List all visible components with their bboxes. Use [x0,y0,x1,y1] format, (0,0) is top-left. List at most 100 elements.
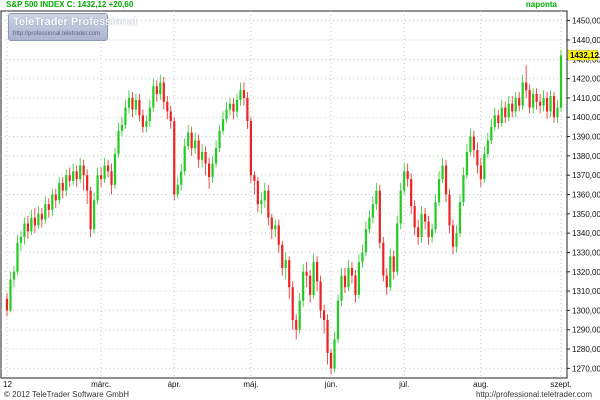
candle-body [434,202,437,230]
y-tick-label: 1290,00 [572,326,600,335]
candle-body [406,171,409,180]
candle-body [152,86,155,108]
candle-body [389,256,392,288]
candle-body [333,339,336,369]
candle-body [225,109,228,120]
candle-body [361,252,364,263]
candle-body [486,140,489,154]
candle-body [26,223,30,232]
y-axis: 1270,00 1280,00 1290,00 1300,00 1310,00 1320,… [567,17,600,373]
candle-body [235,99,239,112]
symbol-label: S&P 500 INDEX C: 1432,12 +20,60 [6,0,134,9]
candle-body [246,97,249,122]
candle-body [86,175,89,191]
candle-body [305,271,308,276]
candle [336,294,340,344]
candle-body [465,152,469,176]
candle-body [5,298,9,311]
candle-body [51,194,54,210]
y-tick-label: 1450,00 [572,17,600,26]
footer-url[interactable]: http://professional.teletrader.com [476,390,592,400]
candle [249,117,252,183]
candle-body [319,281,322,311]
candle-body [364,229,367,253]
candle-body [549,95,552,112]
candle-body [472,136,475,151]
candle-body [194,140,197,149]
candle-body [211,163,214,178]
candle-body [176,184,179,195]
candle-body [542,97,545,106]
x-tick-label: ápr. [168,380,181,389]
candle-body [322,310,326,321]
candle-body [159,82,162,95]
candle-body [207,163,211,178]
candle-body [420,213,423,237]
candle-body [532,94,535,108]
candle-body [214,148,218,164]
candle-body [134,99,138,110]
candle-body [232,103,235,112]
candle-body [173,121,176,195]
candle-body [110,171,113,185]
candle-body [169,111,172,122]
x-tick-label: szept. [550,380,571,389]
candle-body [312,262,315,295]
candle-body [201,152,204,160]
candle-body [347,267,350,288]
candle-body [12,271,16,280]
candle-body [155,86,158,95]
y-tick-label: 1270,00 [572,364,600,373]
candle-body [267,190,270,218]
candle-body [410,179,413,207]
candle-body [309,275,312,295]
candle [173,117,176,201]
candle-body [490,126,493,141]
candle-body [162,82,165,102]
candle-body [451,225,455,247]
candle-body [507,103,510,118]
candle-body [385,275,388,288]
candle-body [326,320,329,353]
candle-body [263,190,266,201]
y-tick-label: 1410,00 [572,94,600,103]
candle-body [552,95,556,118]
candle-body [316,262,319,282]
candle-body [417,227,420,237]
candle-body [183,146,186,172]
candle-body [396,223,399,272]
candle-body [559,55,563,108]
candle-body [302,271,305,301]
candle-body [538,101,542,106]
candle-body [23,223,26,237]
candle-body [350,267,354,276]
candle-body [378,190,381,243]
candle-body [270,217,273,230]
candle-body [444,165,448,195]
candle-body [187,132,190,147]
candle-body [47,204,50,210]
candle-body [58,182,61,201]
candle-body [354,275,357,295]
candle-body [33,217,36,226]
candle-body [103,165,106,180]
candle-body [343,275,347,288]
candle-body [141,115,144,127]
candle-body [535,94,538,102]
candle-body [357,262,361,295]
candle-body [19,236,23,243]
logo-url: http://professional.teletrader.com [13,31,101,37]
candle-body [479,165,482,180]
candle-body [514,97,517,112]
candle-body [413,206,416,228]
candle-body [65,175,68,191]
candle-body [483,153,486,180]
x-tick-label: aug. [473,380,489,389]
candle-body [218,130,221,149]
candle-body [497,115,500,124]
candle-body [9,279,12,311]
candle-body [284,260,287,268]
candle-body [242,90,246,98]
candle-body [260,200,263,205]
candle-body [96,175,99,201]
